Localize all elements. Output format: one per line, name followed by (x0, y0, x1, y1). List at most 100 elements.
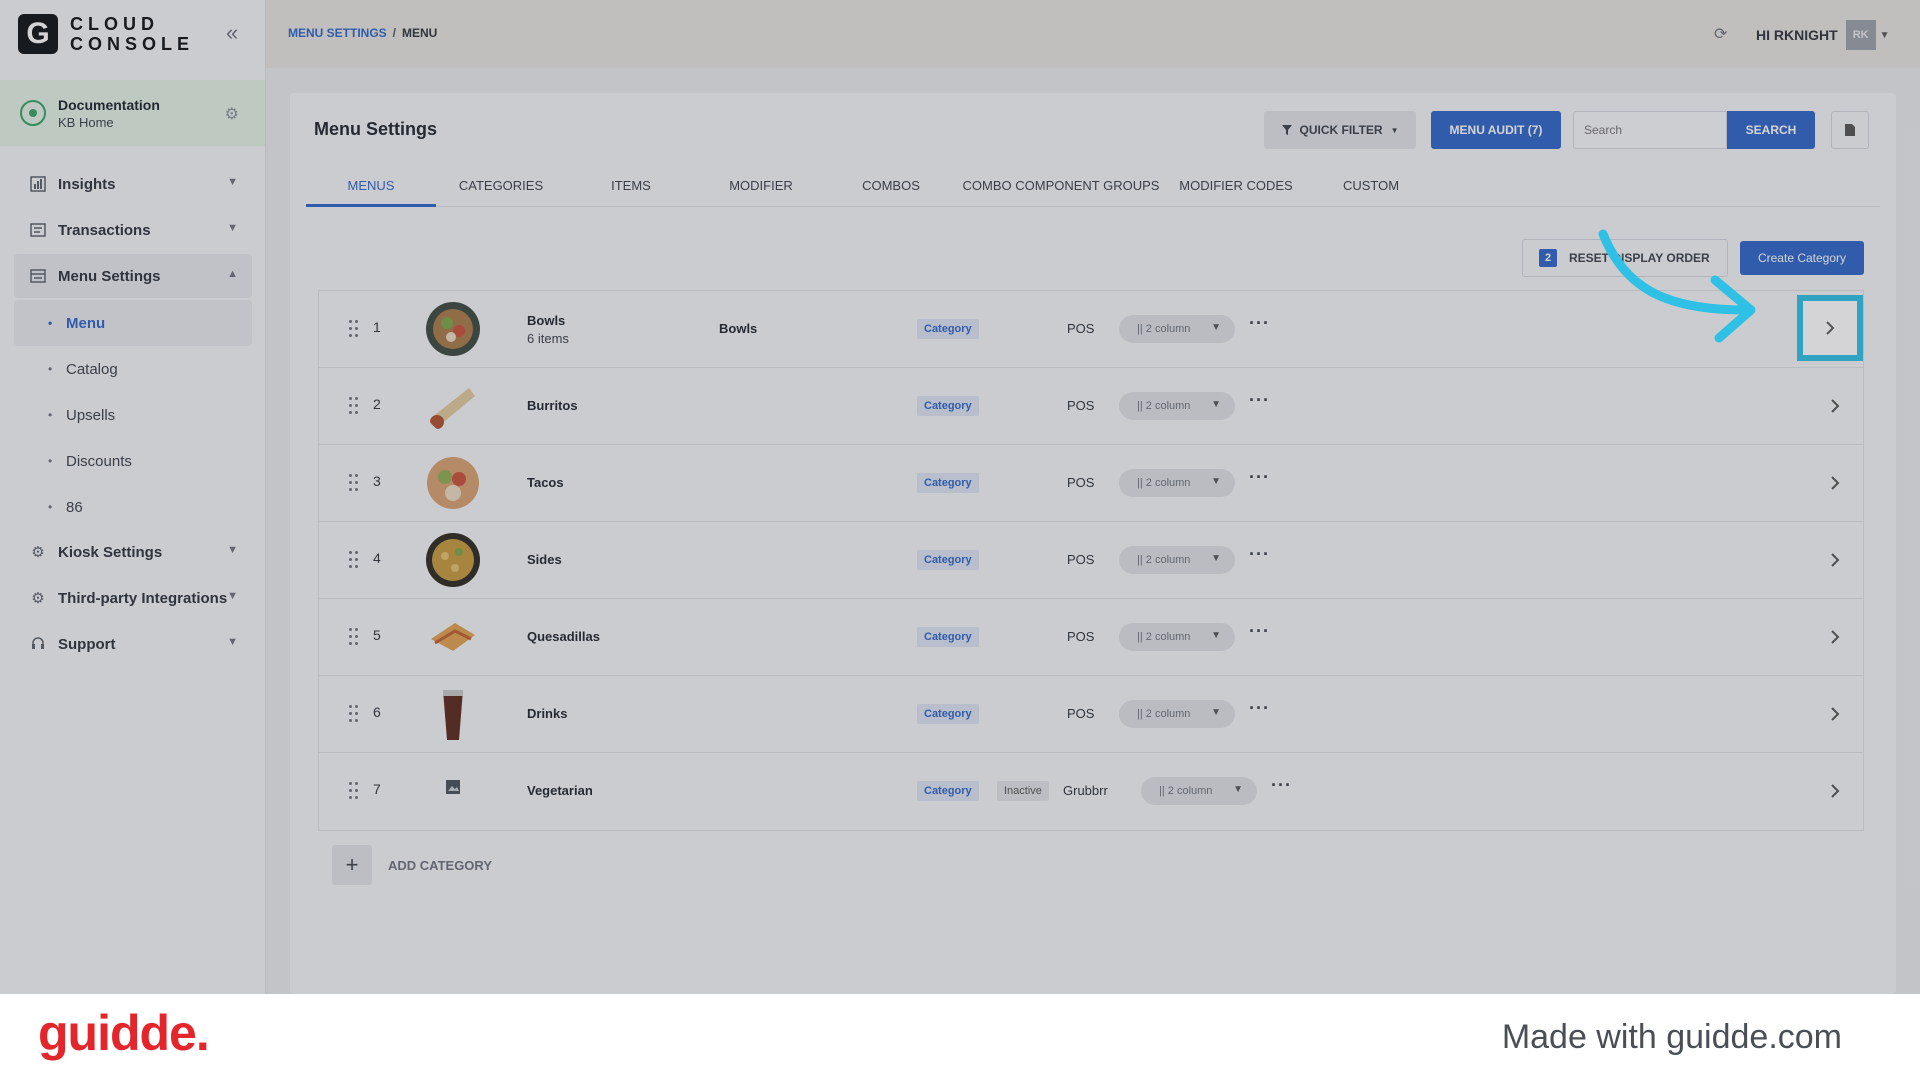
table-row[interactable]: 7 Vegetarian Category Inactive Grubbrr |… (319, 753, 1863, 830)
sidebar-item-insights[interactable]: Insights ▼ (14, 162, 252, 206)
cog-icon: ⚙ (31, 590, 45, 607)
tab-combos[interactable]: COMBOS (826, 171, 956, 207)
sidebar-item-label: Kiosk Settings (58, 543, 163, 561)
footer: guidde. Made with guidde.com (0, 994, 1920, 1079)
drag-handle-icon[interactable] (349, 628, 361, 646)
open-category-button[interactable] (1819, 467, 1851, 499)
open-category-button[interactable] (1819, 698, 1851, 730)
sidebar-item-third-party[interactable]: ⚙ Third-party Integrations ▼ (14, 576, 252, 620)
chevron-down-icon: ▼ (1211, 707, 1221, 718)
tab-modifier-codes[interactable]: MODIFIER CODES (1166, 171, 1306, 207)
chevron-down-icon: ▼ (227, 636, 238, 648)
table-row[interactable]: 1 Bowls 6 items Bowls Category POS || 2 … (319, 291, 1863, 368)
category-name: Quesadillas (527, 629, 600, 644)
logo-line-1: CLOUD (70, 14, 159, 34)
drag-handle-icon[interactable] (349, 320, 361, 338)
quick-filter-button[interactable]: QUICK FILTER ▼ (1264, 111, 1416, 149)
open-category-button[interactable] (1797, 295, 1863, 361)
drag-handle-icon[interactable] (349, 705, 361, 723)
table-row[interactable]: 2 Burritos Category POS || 2 column ▼ ··· (319, 368, 1863, 445)
layout-select[interactable]: || 2 column ▼ (1119, 700, 1235, 728)
sides-image (426, 533, 480, 587)
more-options-icon[interactable]: ··· (1271, 775, 1292, 796)
drag-handle-icon[interactable] (349, 782, 361, 800)
chevron-down-icon: ▼ (1211, 322, 1221, 333)
refresh-icon[interactable]: ⟳ (1714, 24, 1727, 44)
add-category-button[interactable]: + ADD CATEGORY (332, 845, 492, 885)
headset-icon (28, 634, 48, 654)
more-options-icon[interactable]: ··· (1249, 467, 1270, 488)
open-category-button[interactable] (1819, 390, 1851, 422)
tab-custom[interactable]: CUSTOM (1306, 171, 1436, 207)
sidebar-subitem-upsells[interactable]: Upsells (14, 392, 252, 438)
collapse-sidebar-icon[interactable]: « (226, 22, 250, 46)
reset-display-order-button[interactable]: 2 RESET DISPLAY ORDER (1522, 239, 1728, 277)
chevron-down-icon: ▼ (1211, 476, 1221, 487)
table-row[interactable]: 3 Tacos Category POS || 2 column ▼ ··· (319, 445, 1863, 522)
location-pin-icon (20, 100, 46, 126)
sidebar-nav: Insights ▼ Transactions ▼ Menu Settings … (14, 162, 252, 668)
location-card[interactable]: Documentation KB Home ⚙ (0, 80, 265, 146)
layout-select-value: || 2 column (1137, 631, 1191, 643)
open-category-button[interactable] (1819, 621, 1851, 653)
drinks-image (443, 690, 463, 740)
category-tag: Category (917, 627, 979, 647)
open-category-button[interactable] (1819, 775, 1851, 807)
burritos-image (430, 388, 475, 429)
more-options-icon[interactable]: ··· (1249, 544, 1270, 565)
sidebar-item-transactions[interactable]: Transactions ▼ (14, 208, 252, 252)
page-title: Menu Settings (314, 119, 438, 139)
logo[interactable]: G CLOUD CONSOLE (18, 14, 194, 54)
more-options-icon[interactable]: ··· (1249, 698, 1270, 719)
tab-combo-component-groups[interactable]: COMBO COMPONENT GROUPS (956, 171, 1166, 207)
search-button[interactable]: SEARCH (1727, 111, 1815, 149)
open-category-button[interactable] (1819, 544, 1851, 576)
avatar: RK (1845, 20, 1876, 50)
menu-audit-button[interactable]: MENU AUDIT (7) (1431, 111, 1561, 149)
tab-categories[interactable]: CATEGORIES (436, 171, 566, 207)
chevron-down-icon: ▼ (227, 222, 238, 234)
layout-select[interactable]: || 2 column ▼ (1119, 392, 1235, 420)
more-options-icon[interactable]: ··· (1249, 621, 1270, 642)
gear-icon[interactable]: ⚙ (225, 104, 239, 124)
sidebar-item-label: Insights (58, 175, 116, 193)
sidebar-subitem-86[interactable]: 86 (14, 484, 252, 530)
breadcrumb: MENU SETTINGS / MENU (288, 26, 437, 40)
tacos-image (427, 457, 479, 509)
sidebar-subitem-discounts[interactable]: Discounts (14, 438, 252, 484)
menu-icon (28, 266, 48, 286)
image-placeholder-icon (446, 780, 460, 794)
sidebar-item-support[interactable]: Support ▼ (14, 622, 252, 666)
tab-menus[interactable]: MENUS (306, 171, 436, 207)
drag-handle-icon[interactable] (349, 397, 361, 415)
layout-select[interactable]: || 2 column ▼ (1119, 469, 1235, 497)
layout-select-value: || 2 column (1137, 708, 1191, 720)
create-category-button[interactable]: Create Category (1740, 241, 1864, 275)
more-options-icon[interactable]: ··· (1249, 390, 1270, 411)
tab-modifier[interactable]: MODIFIER (696, 171, 826, 207)
drag-handle-icon[interactable] (349, 551, 361, 569)
quesadillas-image (431, 623, 475, 651)
plus-icon: + (332, 845, 372, 885)
document-icon[interactable] (1831, 111, 1869, 149)
search-input[interactable] (1573, 111, 1727, 149)
breadcrumb-menu-settings[interactable]: MENU SETTINGS (288, 26, 387, 40)
tab-items[interactable]: ITEMS (566, 171, 696, 207)
table-row[interactable]: 4 Sides Category POS || 2 column ▼ ··· (319, 522, 1863, 599)
layout-select[interactable]: || 2 column ▼ (1119, 623, 1235, 651)
layout-select[interactable]: || 2 column ▼ (1119, 546, 1235, 574)
sidebar-subitem-menu[interactable]: Menu (14, 300, 252, 346)
sidebar-subitem-label: Discounts (66, 452, 132, 470)
drag-handle-icon[interactable] (349, 474, 361, 492)
table-row[interactable]: 6 Drinks Category POS || 2 column ▼ ··· (319, 676, 1863, 753)
user-menu[interactable]: HI RKNIGHT RK ▼ (1756, 20, 1890, 50)
sidebar-item-menu-settings[interactable]: Menu Settings ▲ (14, 254, 252, 298)
sidebar-subitem-catalog[interactable]: Catalog (14, 346, 252, 392)
table-row[interactable]: 5 Quesadillas Category POS || 2 column ▼ … (319, 599, 1863, 676)
sidebar-item-kiosk-settings[interactable]: ⚙ Kiosk Settings ▼ (14, 530, 252, 574)
chevron-right-icon (1831, 630, 1840, 644)
layout-select[interactable]: || 2 column ▼ (1141, 777, 1257, 805)
caret-down-icon: ▼ (1390, 125, 1399, 135)
layout-select[interactable]: || 2 column ▼ (1119, 315, 1235, 343)
more-options-icon[interactable]: ··· (1249, 313, 1270, 334)
